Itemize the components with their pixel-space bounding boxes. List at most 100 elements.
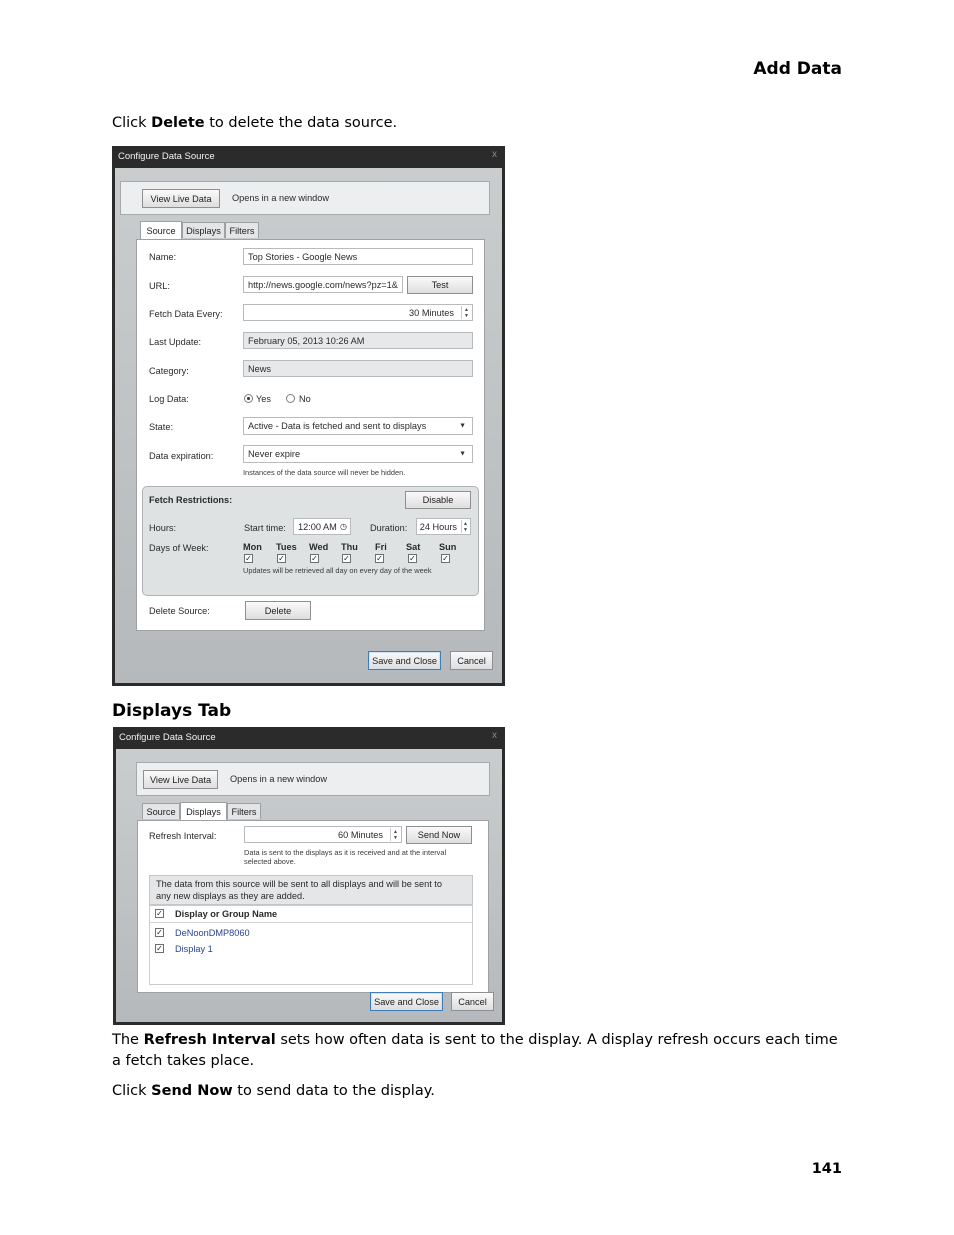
disable-button[interactable]: Disable	[405, 491, 471, 509]
dialog-body: View Live Data Opens in a new window Sou…	[115, 168, 502, 683]
view-live-data-button[interactable]: View Live Data	[143, 770, 218, 789]
duration-value: 24 Hours	[419, 521, 457, 532]
refresh-interval-field[interactable]: 60 Minutes ▲ ▼	[244, 826, 402, 843]
row-checkbox[interactable]: ✓	[155, 944, 164, 953]
fetch-interval-field[interactable]: 30 Minutes ▲ ▼	[243, 304, 473, 321]
day-mon-label: Mon	[243, 542, 262, 552]
day-wed-checkbox[interactable]: ✓	[310, 554, 319, 563]
intro-bold: Delete	[151, 115, 205, 131]
refresh-note-line-2: selected above.	[244, 857, 296, 866]
send-now-button[interactable]: Send Now	[406, 826, 472, 844]
table-row[interactable]: ✓ DeNoonDMP8060	[150, 925, 472, 941]
configure-displays-dialog: Configure Data Source x View Live Data O…	[113, 727, 505, 1025]
day-tue-label: Tues	[276, 542, 297, 552]
day-sun-checkbox[interactable]: ✓	[441, 554, 450, 563]
select-all-checkbox[interactable]: ✓	[155, 909, 164, 918]
tab-strip: Source Displays Filters	[140, 221, 490, 240]
day-sat-checkbox[interactable]: ✓	[408, 554, 417, 563]
days-grid: Mon ✓ Tues ✓ Wed ✓ Thu ✓ Fri ✓ Sat ✓ Sun…	[243, 542, 473, 582]
fetch-interval-value: 30 Minutes	[409, 307, 454, 318]
refresh-interval-value: 60 Minutes	[338, 829, 383, 840]
url-label: URL:	[149, 281, 170, 291]
tab-filters[interactable]: Filters	[227, 803, 261, 819]
delete-button[interactable]: Delete	[245, 601, 311, 620]
day-mon-checkbox[interactable]: ✓	[244, 554, 253, 563]
para1-bold: Refresh Interval	[143, 1032, 276, 1048]
log-yes-label: Yes	[256, 394, 271, 404]
view-live-data-button[interactable]: View Live Data	[142, 189, 220, 208]
start-time-value: 12:00 AM	[298, 521, 337, 532]
display-name: DeNoonDMP8060	[175, 928, 250, 938]
name-field[interactable]: Top Stories - Google News	[243, 248, 473, 265]
start-time-field[interactable]: 12:00 AM ◷	[293, 518, 351, 535]
displays-tab-heading: Displays Tab	[112, 701, 232, 721]
duration-field[interactable]: 24 Hours ▲ ▼	[416, 518, 471, 535]
opens-new-window-note: Opens in a new window	[230, 774, 328, 784]
delete-source-label: Delete Source:	[149, 606, 210, 616]
tab-filters[interactable]: Filters	[225, 222, 259, 238]
para2-pre: Click	[112, 1083, 152, 1099]
clock-icon[interactable]: ◷	[340, 522, 347, 531]
log-no-label: No	[299, 394, 311, 404]
day-fri-checkbox[interactable]: ✓	[375, 554, 384, 563]
opens-new-window-note: Opens in a new window	[232, 193, 330, 203]
tab-displays[interactable]: Displays	[182, 222, 225, 238]
day-thu-checkbox[interactable]: ✓	[342, 554, 351, 563]
day-wed-label: Wed	[309, 542, 329, 552]
tab-source[interactable]: Source	[140, 221, 182, 239]
save-and-close-button[interactable]: Save and Close	[368, 651, 441, 670]
page-header-title: Add Data	[753, 59, 842, 79]
day-tue-checkbox[interactable]: ✓	[277, 554, 286, 563]
chevron-down-icon: ▼	[459, 450, 466, 458]
para2-bold: Send Now	[151, 1083, 233, 1099]
intro-paragraph: Click Delete to delete the data source.	[112, 113, 397, 134]
day-sat-label: Sat	[406, 542, 421, 552]
test-button[interactable]: Test	[407, 276, 473, 294]
tab-displays[interactable]: Displays	[180, 802, 227, 820]
live-data-panel: View Live Data Opens in a new window	[136, 762, 490, 796]
duration-label: Duration:	[370, 523, 408, 533]
dialog-title: Configure Data Source	[119, 732, 216, 743]
close-icon[interactable]: x	[492, 730, 497, 741]
day-thu-label: Thu	[341, 542, 358, 552]
state-select[interactable]: Active - Data is fetched and sent to dis…	[243, 417, 473, 435]
log-no-radio[interactable]	[286, 394, 295, 403]
cancel-button[interactable]: Cancel	[450, 651, 493, 670]
dialog-title: Configure Data Source	[118, 151, 215, 162]
intro-pre: Click	[112, 115, 152, 131]
info-line-2: any new displays as they are added.	[156, 891, 305, 901]
day-sun-label: Sun	[439, 542, 457, 552]
chevron-down-icon: ▼	[459, 422, 466, 430]
hours-label: Hours:	[149, 523, 177, 533]
days-of-week-label: Days of Week:	[149, 543, 209, 553]
log-yes-radio[interactable]	[244, 394, 253, 403]
displays-table: ✓ Display or Group Name ✓ DeNoonDMP8060 …	[149, 905, 473, 985]
expiration-select[interactable]: Never expire ▼	[243, 445, 473, 463]
para2-post: to send data to the display.	[232, 1083, 435, 1099]
send-now-paragraph: Click Send Now to send data to the displ…	[112, 1081, 435, 1102]
fetch-every-label: Fetch Data Every:	[149, 309, 223, 319]
start-time-label: Start time:	[244, 523, 286, 533]
close-icon[interactable]: x	[492, 149, 497, 160]
tab-source[interactable]: Source	[142, 803, 180, 819]
spinner-arrows-icon[interactable]: ▲ ▼	[461, 520, 469, 533]
day-fri-label: Fri	[375, 542, 387, 552]
last-update-field: February 05, 2013 10:26 AM	[243, 332, 473, 349]
row-checkbox[interactable]: ✓	[155, 928, 164, 937]
displays-tab-pane: Refresh Interval: 60 Minutes ▲ ▼ Send Now…	[137, 820, 489, 993]
expiration-note: Instances of the data source will never …	[243, 468, 406, 477]
cancel-button[interactable]: Cancel	[451, 992, 494, 1011]
save-and-close-button[interactable]: Save and Close	[370, 992, 443, 1011]
refresh-note-line-1: Data is sent to the displays as it is re…	[244, 848, 447, 857]
spinner-arrows-icon[interactable]: ▲ ▼	[390, 828, 400, 841]
days-note: Updates will be retrieved all day on eve…	[243, 566, 432, 575]
table-header-label: Display or Group Name	[175, 909, 278, 919]
url-field[interactable]: http://news.google.com/news?pz=1&	[243, 276, 403, 293]
table-row[interactable]: ✓ Display 1	[150, 941, 472, 957]
state-label: State:	[149, 422, 174, 432]
name-label: Name:	[149, 252, 177, 262]
page-number: 141	[811, 1161, 842, 1177]
para1-pre: The	[112, 1032, 144, 1048]
spinner-arrows-icon[interactable]: ▲ ▼	[461, 306, 471, 319]
fetch-restrictions-panel: Fetch Restrictions: Disable Hours: Start…	[142, 486, 479, 596]
